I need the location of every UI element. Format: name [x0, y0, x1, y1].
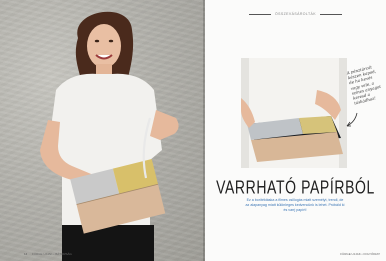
left-page-photo: 14	[0, 0, 205, 261]
face	[87, 24, 121, 68]
section-tag-text: ÖSSZEVÁSÁROLTÁK	[275, 12, 316, 16]
article-lead: Ez a borítéktáska a filmes csillogás mia…	[245, 198, 345, 213]
clutch-gold-flap	[299, 116, 337, 134]
tag-rule-left	[249, 13, 272, 15]
tag-rule-right	[319, 13, 342, 15]
right-page-footer: FÜRGE UJJAK • FOLYÓIRAT	[340, 252, 380, 256]
black-trousers	[62, 225, 154, 261]
closeup-illustration	[241, 58, 347, 168]
left-page-number: 14	[24, 252, 28, 256]
section-tag: ÖSSZEVÁSÁROLTÁK	[205, 12, 386, 16]
left-page-footer: FÜRGE UJJAK • BÁTORSÁG	[32, 252, 72, 256]
handwritten-note: A pénztárcát készen kapod, de ha kevés v…	[346, 64, 382, 106]
clutch-closeup-photo	[241, 58, 347, 168]
note-arrow-icon	[346, 112, 358, 127]
article-title: VARRHATÓ PAPÍRBÓL	[216, 176, 375, 198]
magazine-spread: 14 ÖSSZEVÁSÁROLTÁK A pénztárcát készen k…	[0, 0, 386, 261]
right-page: ÖSSZEVÁSÁROLTÁK A pénztárcát készen kapo…	[205, 0, 386, 261]
model-illustration	[40, 11, 179, 261]
